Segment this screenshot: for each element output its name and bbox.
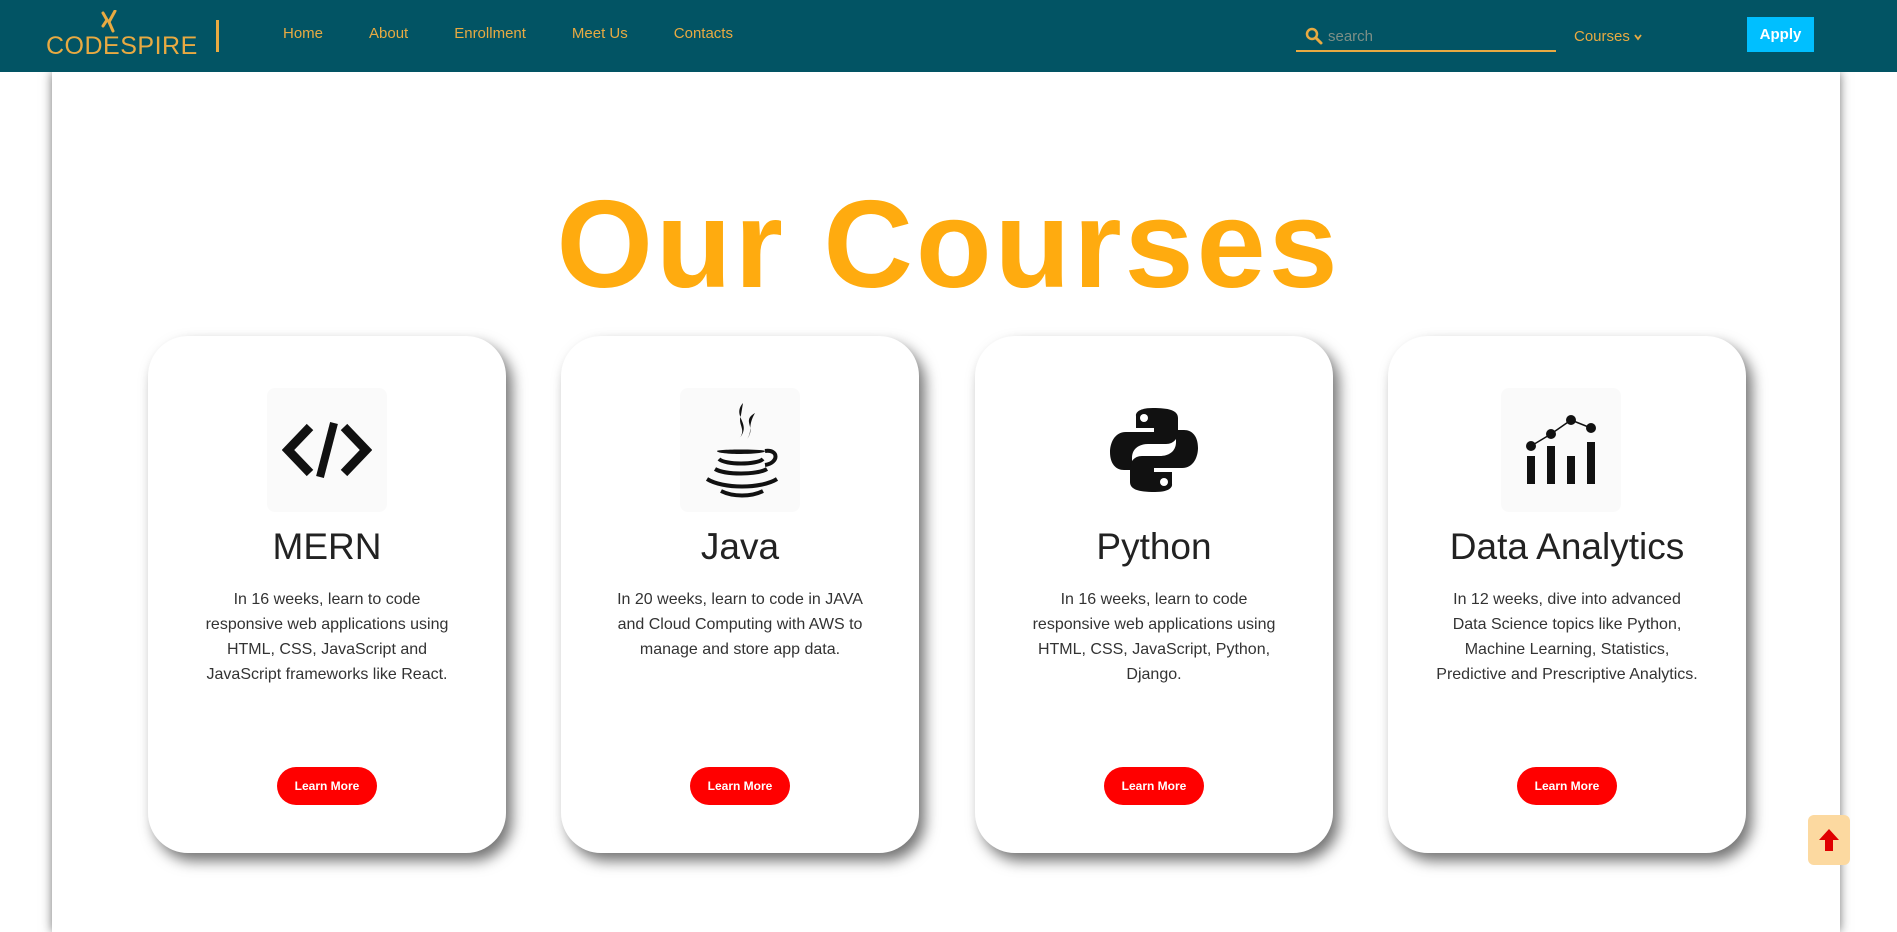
learn-more-button[interactable]: Learn More <box>1517 767 1617 805</box>
learn-more-button[interactable]: Learn More <box>1104 767 1204 805</box>
xing-logo-icon <box>101 10 117 33</box>
courses-dropdown-label: Courses <box>1574 28 1630 45</box>
card-description: In 12 weeks, dive into advanced Data Sci… <box>1436 591 1698 683</box>
search-input[interactable] <box>1324 27 1544 45</box>
learn-more-button[interactable]: Learn More <box>690 767 790 805</box>
card-description: In 20 weeks, learn to code in JAVA and C… <box>617 591 863 658</box>
nav-links: Home About Enrollment Meet Us Contacts <box>283 25 779 42</box>
java-icon <box>705 403 779 498</box>
courses-dropdown[interactable]: Courses <box>1574 28 1643 45</box>
python-icon <box>1110 408 1198 492</box>
chevron-down-icon <box>1634 33 1642 40</box>
course-card-python: Python In 16 weeks, learn to code respon… <box>975 336 1333 853</box>
page-title: Our Courses <box>556 176 1341 315</box>
apply-button[interactable]: Apply <box>1747 17 1814 52</box>
nav-link-about[interactable]: About <box>369 25 408 42</box>
learn-more-button[interactable]: Learn More <box>277 767 377 805</box>
card-icon-box <box>1094 388 1214 512</box>
card-description: In 16 weeks, learn to code responsive we… <box>205 591 449 683</box>
navbar: CODESPIRE Home About Enrollment Meet Us … <box>0 0 1897 72</box>
search-icon <box>1305 27 1323 45</box>
nav-link-home[interactable]: Home <box>283 25 323 42</box>
brand-logo[interactable]: CODESPIRE <box>46 10 197 60</box>
back-to-top-button[interactable] <box>1808 815 1850 865</box>
course-card-mern: MERN In 16 weeks, learn to code responsi… <box>148 336 506 853</box>
brand-name: CODESPIRE <box>46 32 198 60</box>
card-title: Java <box>700 526 780 567</box>
card-icon-box <box>680 388 800 512</box>
search-bar <box>1296 22 1556 52</box>
arrow-up-icon <box>1819 829 1839 851</box>
card-title: MERN <box>272 526 382 567</box>
nav-link-enrollment[interactable]: Enrollment <box>454 25 526 42</box>
logo-divider <box>216 20 219 52</box>
nav-link-contacts[interactable]: Contacts <box>674 25 733 42</box>
course-card-data-analytics: Data Analytics In 12 weeks, dive into ad… <box>1388 336 1746 853</box>
card-icon-box <box>1501 388 1621 512</box>
card-icon-box <box>267 388 387 512</box>
code-icon <box>282 421 372 479</box>
course-card-java: Java In 20 weeks, learn to code in JAVA … <box>561 336 919 853</box>
nav-link-meet-us[interactable]: Meet Us <box>572 25 628 42</box>
card-title: Data Analytics <box>1449 526 1685 567</box>
analytics-chart-icon <box>1526 415 1596 484</box>
card-title: Python <box>1096 526 1212 567</box>
card-description: In 16 weeks, learn to code responsive we… <box>1032 591 1276 683</box>
